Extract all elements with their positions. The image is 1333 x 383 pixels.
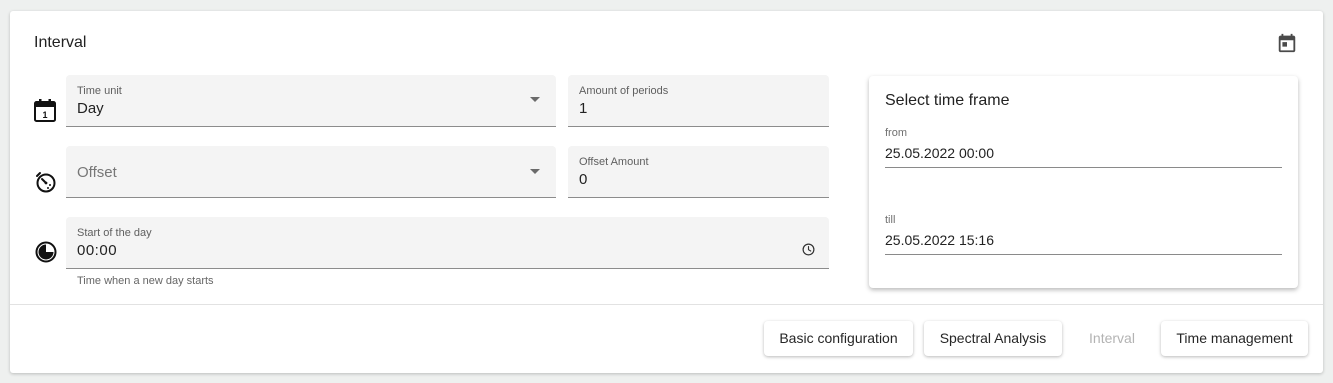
timer-offset-icon (36, 172, 56, 193)
start-of-day-value: 00:00 (77, 242, 118, 259)
time-frame-title: Select time frame (885, 92, 1010, 109)
svg-text:1: 1 (42, 110, 47, 120)
chevron-down-icon (530, 97, 540, 102)
till-label: till (885, 214, 896, 226)
amount-of-periods-value: 1 (579, 100, 588, 117)
offset-amount-value: 0 (579, 171, 588, 188)
time-management-button[interactable]: Time management (1161, 321, 1308, 356)
start-of-day-hint: Time when a new day starts (77, 275, 214, 287)
time-frame-panel: Select time frame from 25.05.2022 00:00 … (869, 76, 1298, 288)
amount-of-periods-input[interactable]: Amount of periods 1 (568, 75, 829, 127)
start-of-day-label: Start of the day (77, 227, 152, 239)
day-cycle-icon (35, 241, 57, 263)
chevron-down-icon (530, 169, 540, 174)
offset-amount-input[interactable]: Offset Amount 0 (568, 146, 829, 198)
interval-button: Interval (1089, 330, 1135, 346)
time-unit-label: Time unit (77, 85, 122, 97)
from-label: from (885, 127, 907, 139)
from-date-input[interactable]: from 25.05.2022 00:00 (885, 127, 1282, 168)
amount-of-periods-label: Amount of periods (579, 85, 669, 97)
from-value: 25.05.2022 00:00 (885, 145, 994, 161)
spectral-analysis-button[interactable]: Spectral Analysis (924, 321, 1062, 356)
basic-configuration-button[interactable]: Basic configuration (764, 321, 913, 356)
calendar-day-icon: 1 (34, 99, 56, 122)
card-title: Interval (34, 34, 87, 51)
clock-icon[interactable] (802, 243, 815, 256)
offset-select[interactable]: Offset (66, 146, 556, 198)
divider (10, 304, 1323, 305)
time-unit-value: Day (77, 100, 104, 117)
offset-placeholder: Offset (77, 164, 117, 181)
start-of-day-input[interactable]: Start of the day 00:00 (66, 217, 829, 269)
till-date-input[interactable]: till 25.05.2022 15:16 (885, 214, 1282, 255)
calendar-icon[interactable] (1276, 32, 1298, 54)
till-value: 25.05.2022 15:16 (885, 232, 994, 248)
interval-card: Interval 1 Time unit Day Amount of perio… (10, 11, 1323, 373)
time-unit-select[interactable]: Time unit Day (66, 75, 556, 127)
offset-amount-label: Offset Amount (579, 156, 649, 168)
